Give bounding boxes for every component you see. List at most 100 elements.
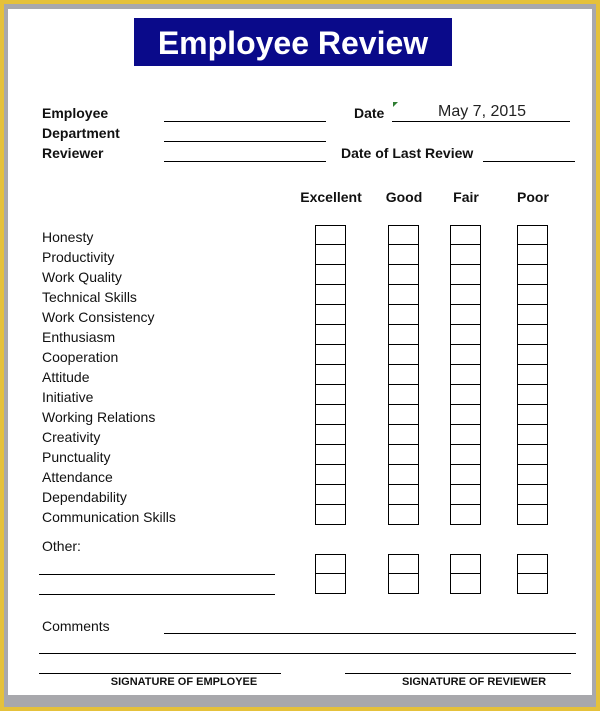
checkbox-fair[interactable]	[450, 484, 481, 505]
checkbox-fair[interactable]	[450, 504, 481, 525]
reviewer-field[interactable]	[164, 161, 326, 162]
criterion-label: Technical Skills	[42, 289, 137, 305]
checkbox-fair[interactable]	[450, 364, 481, 385]
checkbox-poor[interactable]	[517, 244, 548, 265]
checkbox-excellent[interactable]	[315, 444, 346, 465]
checkbox-excellent[interactable]	[315, 484, 346, 505]
other-checkbox-fair[interactable]	[450, 573, 481, 594]
checkbox-fair[interactable]	[450, 344, 481, 365]
checkbox-excellent[interactable]	[315, 404, 346, 425]
checkbox-excellent[interactable]	[315, 364, 346, 385]
checkbox-poor[interactable]	[517, 324, 548, 345]
column-header-poor: Poor	[517, 189, 549, 205]
last-review-label: Date of Last Review	[341, 145, 474, 161]
department-field[interactable]	[164, 141, 326, 142]
criterion-label: Enthusiasm	[42, 329, 116, 345]
criterion-label: Cooperation	[42, 349, 119, 365]
checkbox-good[interactable]	[388, 324, 419, 345]
checkbox-good[interactable]	[388, 304, 419, 325]
checkbox-excellent[interactable]	[315, 264, 346, 285]
other-checkbox-good[interactable]	[388, 573, 419, 594]
checkbox-poor[interactable]	[517, 404, 548, 425]
last-review-field[interactable]	[483, 161, 575, 162]
other-checkbox-good[interactable]	[388, 554, 419, 574]
page-title-banner: Employee Review	[134, 18, 452, 66]
employee-field[interactable]	[164, 121, 326, 122]
comments-field-2[interactable]	[39, 653, 576, 654]
other-checkbox-fair[interactable]	[450, 554, 481, 574]
other-field-2[interactable]	[39, 594, 275, 595]
checkbox-good[interactable]	[388, 284, 419, 305]
checkbox-fair[interactable]	[450, 464, 481, 485]
checkbox-poor[interactable]	[517, 384, 548, 405]
checkbox-excellent[interactable]	[315, 464, 346, 485]
criterion-label: Productivity	[42, 249, 115, 265]
checkbox-excellent[interactable]	[315, 225, 346, 245]
other-checkbox-poor[interactable]	[517, 554, 548, 574]
date-label: Date	[354, 105, 385, 121]
reviewer-signature-line[interactable]	[345, 673, 571, 674]
checkbox-good[interactable]	[388, 244, 419, 265]
criterion-label: Attendance	[42, 469, 113, 485]
criterion-label: Punctuality	[42, 449, 111, 465]
checkbox-good[interactable]	[388, 364, 419, 385]
checkbox-poor[interactable]	[517, 304, 548, 325]
checkbox-good[interactable]	[388, 225, 419, 245]
checkbox-excellent[interactable]	[315, 324, 346, 345]
checkbox-excellent[interactable]	[315, 244, 346, 265]
criterion-label: Work Consistency	[42, 309, 155, 325]
checkbox-fair[interactable]	[450, 404, 481, 425]
date-field[interactable]	[392, 121, 570, 122]
checkbox-fair[interactable]	[450, 384, 481, 405]
checkbox-fair[interactable]	[450, 424, 481, 445]
checkbox-good[interactable]	[388, 264, 419, 285]
checkbox-good[interactable]	[388, 404, 419, 425]
checkbox-excellent[interactable]	[315, 504, 346, 525]
checkbox-fair[interactable]	[450, 324, 481, 345]
checkbox-poor[interactable]	[517, 464, 548, 485]
checkbox-poor[interactable]	[517, 225, 548, 245]
date-value[interactable]: May 7, 2015	[438, 103, 526, 121]
checkbox-fair[interactable]	[450, 304, 481, 325]
checkbox-good[interactable]	[388, 444, 419, 465]
checkbox-poor[interactable]	[517, 444, 548, 465]
checkbox-good[interactable]	[388, 484, 419, 505]
checkbox-poor[interactable]	[517, 424, 548, 445]
employee-signature-line[interactable]	[39, 673, 281, 674]
checkbox-poor[interactable]	[517, 264, 548, 285]
other-checkbox-excellent[interactable]	[315, 554, 346, 574]
checkbox-excellent[interactable]	[315, 424, 346, 445]
page-title: Employee Review	[157, 25, 429, 61]
checkbox-excellent[interactable]	[315, 284, 346, 305]
criterion-label: Initiative	[42, 389, 94, 405]
reviewer-label: Reviewer	[42, 145, 104, 161]
checkbox-poor[interactable]	[517, 484, 548, 505]
checkbox-fair[interactable]	[450, 284, 481, 305]
reviewer-signature-label: SIGNATURE OF REVIEWER	[401, 676, 547, 688]
checkbox-fair[interactable]	[450, 244, 481, 265]
criterion-label: Working Relations	[42, 409, 156, 425]
checkbox-fair[interactable]	[450, 444, 481, 465]
checkbox-poor[interactable]	[517, 364, 548, 385]
checkbox-fair[interactable]	[450, 225, 481, 245]
other-checkbox-poor[interactable]	[517, 573, 548, 594]
checkbox-good[interactable]	[388, 424, 419, 445]
checkbox-poor[interactable]	[517, 284, 548, 305]
checkbox-good[interactable]	[388, 464, 419, 485]
checkbox-excellent[interactable]	[315, 384, 346, 405]
checkbox-poor[interactable]	[517, 504, 548, 525]
criterion-label: Honesty	[42, 229, 94, 245]
checkbox-good[interactable]	[388, 384, 419, 405]
checkbox-fair[interactable]	[450, 264, 481, 285]
checkbox-poor[interactable]	[517, 344, 548, 365]
criterion-label: Dependability	[42, 489, 127, 505]
checkbox-good[interactable]	[388, 504, 419, 525]
other-field-1[interactable]	[39, 574, 275, 575]
checkbox-excellent[interactable]	[315, 344, 346, 365]
checkbox-good[interactable]	[388, 344, 419, 365]
employee-signature-label: SIGNATURE OF EMPLOYEE	[110, 676, 258, 688]
checkbox-excellent[interactable]	[315, 304, 346, 325]
criterion-label: Communication Skills	[42, 509, 176, 525]
comments-field-1[interactable]	[164, 633, 576, 634]
other-checkbox-excellent[interactable]	[315, 573, 346, 594]
